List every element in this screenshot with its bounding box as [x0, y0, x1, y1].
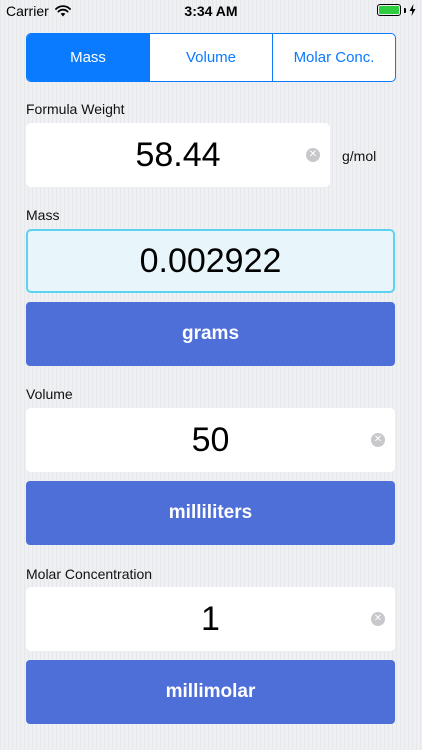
charging-bolt-icon — [409, 4, 416, 16]
mode-segmented-control: Mass Volume Molar Conc. — [26, 33, 396, 82]
formula-weight-field[interactable]: 58.44 ✕ — [26, 123, 330, 187]
tab-mass[interactable]: Mass — [27, 34, 149, 81]
mass-field[interactable]: 0.002922 — [26, 229, 395, 293]
volume-unit-button[interactable]: milliliters — [26, 481, 395, 545]
molar-concentration-clear-icon[interactable]: ✕ — [371, 612, 385, 626]
molar-concentration-unit-button[interactable]: millimolar — [26, 660, 395, 724]
volume-field[interactable]: 50 ✕ — [26, 408, 395, 472]
volume-label: Volume — [26, 386, 73, 402]
formula-weight-label: Formula Weight — [26, 101, 125, 117]
molar-concentration-value: 1 — [201, 599, 220, 638]
formula-weight-unit: g/mol — [342, 148, 377, 164]
tab-volume[interactable]: Volume — [149, 34, 272, 81]
mass-label: Mass — [26, 207, 60, 223]
battery-icon — [377, 4, 401, 16]
molar-concentration-field[interactable]: 1 ✕ — [26, 587, 395, 651]
volume-clear-icon[interactable]: ✕ — [371, 433, 385, 447]
battery-tip — [404, 7, 406, 13]
status-time: 3:34 AM — [184, 3, 238, 19]
tab-molar-conc[interactable]: Molar Conc. — [272, 34, 395, 81]
status-right — [377, 4, 416, 16]
mass-value: 0.002922 — [139, 241, 282, 280]
formula-weight-clear-icon[interactable]: ✕ — [306, 148, 320, 162]
status-bar: Carrier 3:34 AM — [0, 0, 422, 22]
volume-value: 50 — [191, 420, 230, 459]
mass-unit-button[interactable]: grams — [26, 302, 395, 366]
molar-concentration-label: Molar Concentration — [26, 566, 153, 582]
formula-weight-value: 58.44 — [135, 135, 221, 174]
